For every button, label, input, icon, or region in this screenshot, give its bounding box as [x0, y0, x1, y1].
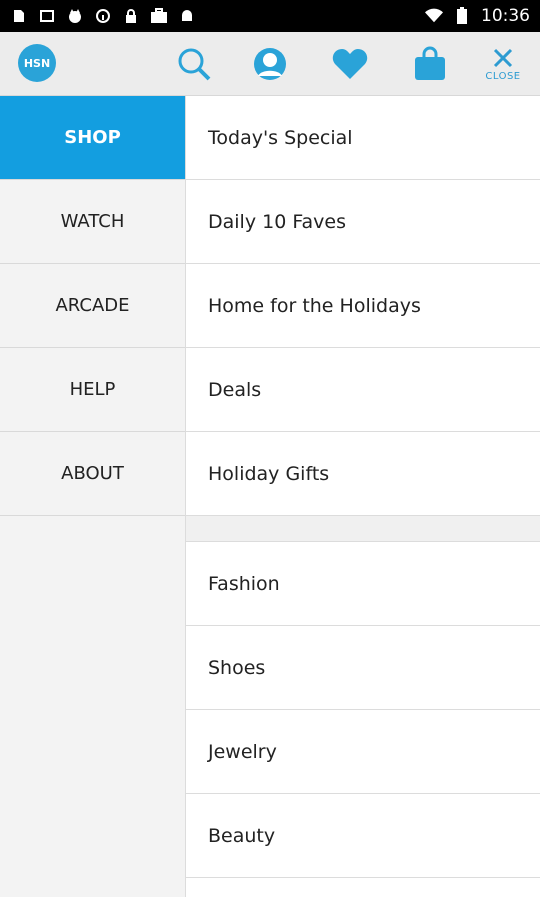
lock-icon: [122, 7, 140, 25]
menu-item-fashion[interactable]: Fashion: [186, 542, 540, 626]
account-icon[interactable]: [250, 44, 290, 84]
app-toolbar: HSN CLOSE: [0, 32, 540, 96]
close-label: CLOSE: [485, 70, 521, 82]
menu-item-daily-10-faves[interactable]: Daily 10 Faves: [186, 180, 540, 264]
heart-icon[interactable]: [330, 44, 370, 84]
close-icon: [493, 48, 513, 67]
sidebar-item-about[interactable]: ABOUT: [0, 432, 185, 516]
info-icon: [94, 7, 112, 25]
menu-item-home-for-holidays[interactable]: Home for the Holidays: [186, 264, 540, 348]
sidebar-item-shop[interactable]: SHOP: [0, 96, 185, 180]
android-icon: [178, 7, 196, 25]
shopping-bag-icon[interactable]: [410, 44, 450, 84]
sidebar-item-watch[interactable]: WATCH: [0, 180, 185, 264]
clock: 10:36: [481, 6, 530, 26]
menu-item-shoes[interactable]: Shoes: [186, 626, 540, 710]
status-bar: 10:36: [0, 0, 540, 32]
menu-item-deals[interactable]: Deals: [186, 348, 540, 432]
menu-content: Today's Special Daily 10 Faves Home for …: [186, 96, 540, 897]
briefcase-check-icon: [150, 7, 168, 25]
menu-item-todays-special[interactable]: Today's Special: [186, 96, 540, 180]
sidebar-item-arcade[interactable]: ARCADE: [0, 264, 185, 348]
search-icon[interactable]: [174, 44, 214, 84]
menu-item-holiday-gifts[interactable]: Holiday Gifts: [186, 432, 540, 516]
section-divider: [186, 516, 540, 542]
menu-item-beauty[interactable]: Beauty: [186, 794, 540, 878]
battery-charging-icon: [453, 7, 471, 25]
sidebar-item-help[interactable]: HELP: [0, 348, 185, 432]
menu-item-jewelry[interactable]: Jewelry: [186, 710, 540, 794]
wifi-icon: [425, 7, 443, 25]
close-button[interactable]: CLOSE: [478, 44, 528, 84]
cat-icon: [66, 7, 84, 25]
sim-icon: [10, 7, 28, 25]
sidebar: SHOP WATCH ARCADE HELP ABOUT: [0, 96, 186, 897]
hsn-logo[interactable]: HSN: [18, 44, 56, 82]
image-icon: [38, 7, 56, 25]
